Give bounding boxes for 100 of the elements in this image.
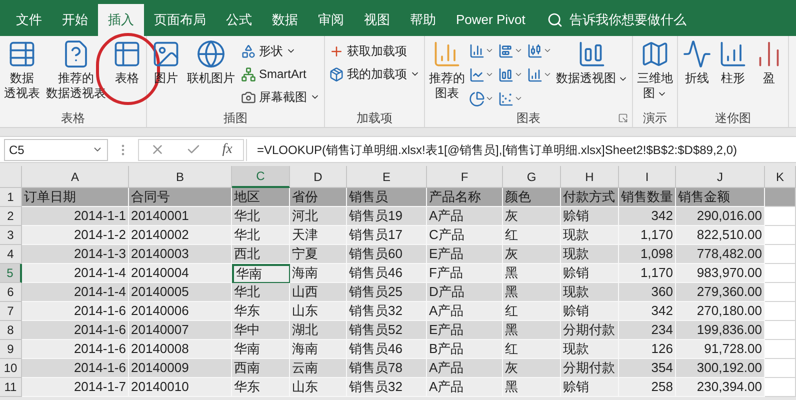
table-cell: 1,098 — [619, 245, 676, 264]
ribbon-tab[interactable]: 帮助 — [400, 4, 446, 36]
row-header[interactable]: 7 — [0, 302, 22, 321]
ribbon-tab[interactable]: 页面布局 — [144, 4, 216, 36]
waterfall-chart-icon — [527, 42, 543, 58]
row-header[interactable]: 3 — [0, 226, 22, 245]
row-header[interactable]: 6 — [0, 283, 22, 302]
table-cell: 20140004 — [129, 264, 232, 283]
row-header[interactable]: 4 — [0, 245, 22, 264]
column-header[interactable]: K — [765, 166, 796, 188]
group-label: 图表 — [516, 110, 540, 127]
ribbon-tab[interactable]: 插入 — [98, 4, 144, 36]
table-cell: A产品 — [427, 302, 503, 321]
row-header[interactable]: 8 — [0, 321, 22, 340]
table-cell: 华东 — [232, 302, 290, 321]
table-cell: 20140010 — [129, 378, 232, 397]
table-cell: 赊销 — [561, 207, 619, 226]
ribbon-small-button[interactable]: 屏幕截图 — [241, 87, 320, 107]
dialog-launcher-icon[interactable] — [618, 113, 628, 123]
pivot-table-icon — [7, 39, 37, 69]
ribbon-button[interactable]: 柱形 — [716, 39, 750, 86]
ribbon-small-button[interactable]: SmartArt — [241, 64, 320, 84]
ribbon-tab[interactable]: Power Pivot — [446, 4, 536, 36]
table-cell: 云南 — [290, 359, 347, 378]
ribbon-button[interactable]: 数据透视图 — [554, 39, 630, 86]
group-label: 加载项 — [356, 110, 392, 127]
ribbon-small-button[interactable]: 获取加载项 — [329, 41, 420, 61]
column-header[interactable]: I — [619, 166, 676, 188]
table-cell: 20140008 — [129, 340, 232, 359]
column-chart-icon — [498, 66, 514, 82]
store-plus-icon — [329, 44, 344, 58]
table-cell: 1,170 — [619, 226, 676, 245]
ribbon-small-button[interactable]: 形状 — [241, 41, 320, 61]
row-header[interactable]: 9 — [0, 340, 22, 359]
ribbon-small-button[interactable]: 我的加载项 — [329, 64, 420, 84]
table-cell: 华北 — [232, 283, 290, 302]
column-header[interactable]: J — [676, 166, 765, 188]
row-header[interactable]: 5 — [0, 264, 22, 283]
table-cell: 销售员60 — [347, 245, 427, 264]
ribbon-button[interactable]: 表格 — [110, 39, 144, 86]
table-cell: 灰 — [503, 207, 561, 226]
column-header[interactable]: E — [347, 166, 427, 188]
column-header[interactable]: B — [129, 166, 232, 188]
search-icon — [547, 12, 564, 28]
name-box[interactable]: C5 — [4, 138, 108, 160]
table-cell: 销售员17 — [347, 226, 427, 245]
ribbon-tab[interactable]: 开始 — [52, 4, 98, 36]
ribbon-button[interactable]: 数据透视表 — [2, 39, 42, 101]
row-header[interactable]: 1 — [0, 188, 22, 207]
table-cell: 华中 — [232, 321, 290, 340]
caret-icon — [543, 46, 552, 55]
table-cell: 2014-1-6 — [22, 321, 129, 340]
ribbon-tab[interactable]: 视图 — [354, 4, 400, 36]
ribbon-tab[interactable]: 公式 — [216, 4, 262, 36]
ribbon-tab[interactable]: 审阅 — [308, 4, 354, 36]
formula-field[interactable]: =VLOOKUP(销售订单明细.xlsx!表1[@销售员],[销售订单明细.xlsx]Sheet2!$B$2:$D$89,2,0) — [246, 138, 796, 160]
table-cell: 黑 — [503, 378, 561, 397]
line-chart-icon — [469, 66, 485, 82]
table-cell: 1,170 — [619, 264, 676, 283]
table-cell: 华北 — [232, 207, 290, 226]
column-header[interactable]: G — [503, 166, 561, 188]
globe-picture-icon — [196, 39, 226, 69]
table-cell: 2014-1-4 — [22, 264, 129, 283]
table-cell: 354 — [619, 359, 676, 378]
column-header[interactable]: C — [232, 166, 290, 188]
table-cell: 279,360.00 — [676, 283, 765, 302]
table-cell: 234 — [619, 321, 676, 340]
column-header[interactable]: H — [561, 166, 619, 188]
table-cell: 20140002 — [129, 226, 232, 245]
ribbon-tab[interactable]: 数据 — [262, 4, 308, 36]
group-label: 表格 — [61, 110, 85, 127]
header-cell: 颜色 — [503, 188, 561, 207]
ribbon-button[interactable]: 折线 — [680, 39, 714, 86]
line-sparkline-icon — [682, 39, 712, 69]
table-cell: 天津 — [290, 226, 347, 245]
table-cell: 2014-1-6 — [22, 340, 129, 359]
header-cell: 销售金额 — [676, 188, 765, 207]
column-header[interactable]: F — [427, 166, 503, 188]
row-header[interactable]: 10 — [0, 359, 22, 378]
table-cell: 199,836.00 — [676, 321, 765, 340]
column-header[interactable]: A — [22, 166, 129, 188]
table-cell: F产品 — [427, 264, 503, 283]
ribbon-button[interactable]: 三维地图 — [635, 39, 675, 101]
row-header[interactable]: 2 — [0, 207, 22, 226]
table-cell: 销售员32 — [347, 302, 427, 321]
insert-function-button[interactable]: fx — [222, 139, 232, 160]
table-cell: A产品 — [427, 207, 503, 226]
column-header[interactable]: D — [290, 166, 347, 188]
table-cell: 822,510.00 — [676, 226, 765, 245]
table-cell: 红 — [503, 340, 561, 359]
ribbon-button[interactable]: 联机图片 — [185, 39, 237, 86]
search-field[interactable]: 告诉我你想要做什么 — [547, 4, 686, 36]
table-cell: 2014-1-1 — [22, 207, 129, 226]
chart-type-button[interactable] — [469, 89, 494, 108]
group-label: 插图 — [224, 110, 248, 127]
caret-icon — [514, 94, 523, 103]
row-header[interactable]: 11 — [0, 378, 22, 397]
ribbon-tab[interactable]: 文件 — [6, 4, 52, 36]
ribbon-button[interactable]: 推荐的图表 — [427, 39, 467, 101]
ribbon-button[interactable]: 盈 — [752, 39, 786, 86]
